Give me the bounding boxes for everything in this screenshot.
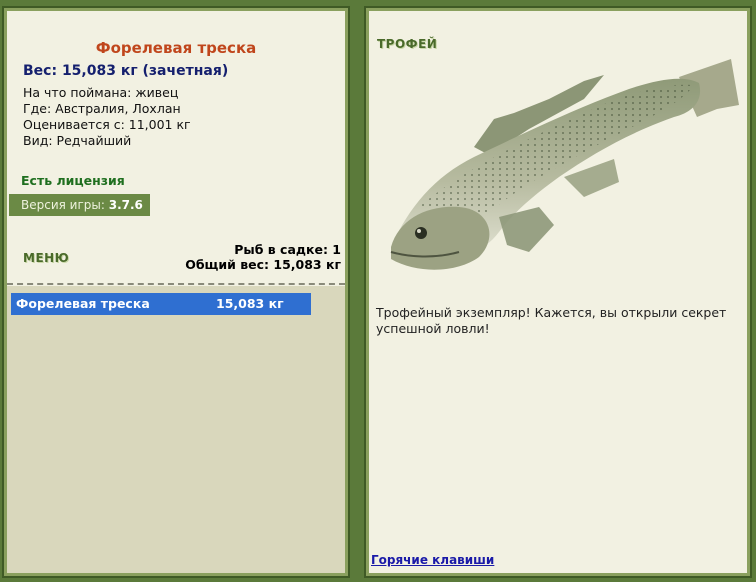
list-item[interactable]: Форелевая треска 15,083 кг [11,293,311,315]
list-item-name: Форелевая треска [16,296,150,311]
kind-info: Вид: Редчайший [23,133,132,148]
keepnet-summary: Рыб в садке: 1 Общий вес: 15,083 кг [185,242,341,272]
list-item-weight: 15,083 кг [216,296,284,311]
valued-from-info: Оценивается с: 11,001 кг [23,117,191,132]
location-info: Где: Австралия, Лохлан [23,101,181,116]
version-label: Версия игры: [21,198,105,212]
trophy-description: Трофейный экземпляр! Кажется, вы открыли… [376,305,727,336]
keepnet-count: Рыб в садке: 1 [234,242,341,257]
fish-weight: Вес: 15,083 кг (зачетная) [23,63,229,79]
license-status: Есть лицензия [21,173,125,188]
divider [7,283,345,285]
trophy-panel: ТРОФЕЙ Трофейный экземпляр! Кажется, вы … [364,6,752,578]
bait-info: На что поймана: живец [23,85,179,100]
menu-button[interactable]: МЕНЮ [23,251,69,265]
catch-list: Форелевая треска 15,083 кг [7,286,345,573]
version-value: 3.7.6 [108,198,143,212]
catch-info-panel: Форелевая треска Вес: 15,083 кг (зачетна… [2,6,350,578]
hotkeys-link[interactable]: Горячие клавиши [371,553,494,567]
version-badge: Версия игры: 3.7.6 [9,194,150,216]
fish-title: Форелевая треска [95,39,257,57]
keepnet-total-weight: Общий вес: 15,083 кг [185,257,341,272]
fish-image [390,59,739,270]
